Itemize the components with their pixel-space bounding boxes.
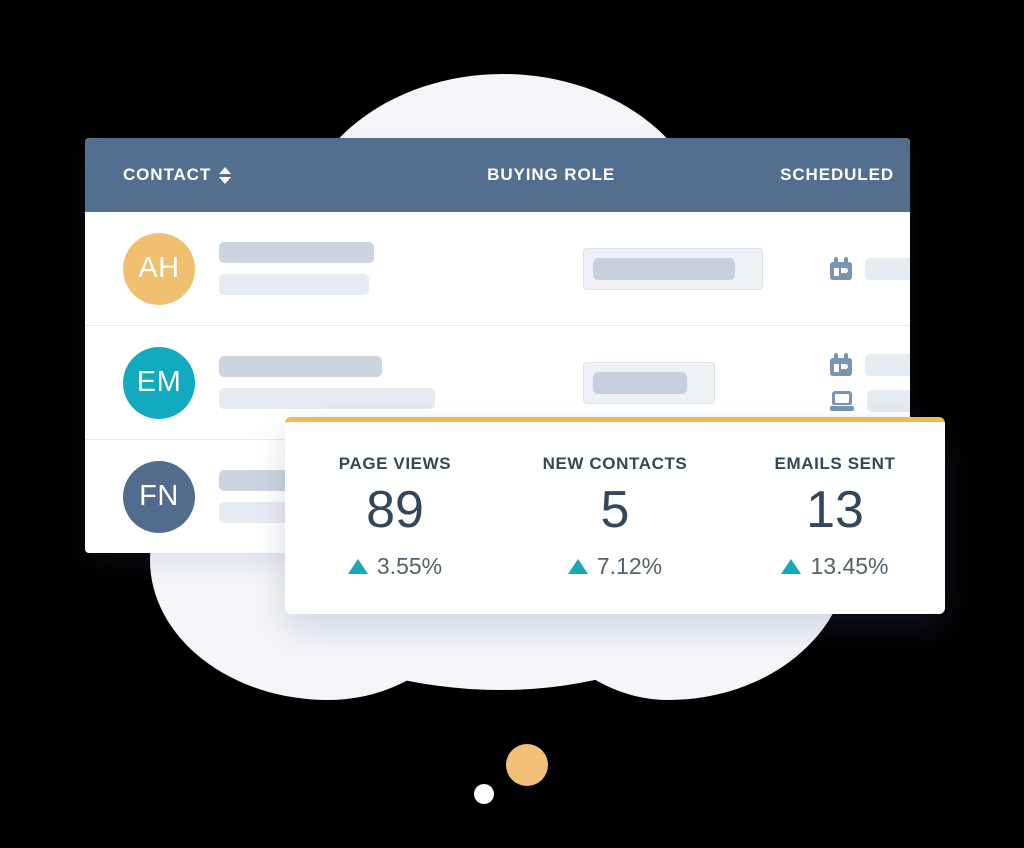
screenshot-canvas: CONTACT BUYING ROLE SCHEDULED AH EM FN PAG… — [0, 0, 1024, 848]
scheduled-cell — [830, 353, 910, 412]
column-header-buying-role[interactable]: BUYING ROLE — [487, 165, 615, 185]
trend-up-icon — [347, 559, 368, 574]
decorative-dot-amber — [506, 744, 548, 786]
stat-label: EMAILS SENT — [774, 454, 896, 473]
placeholder-bar — [867, 390, 910, 412]
column-header-contact-label: CONTACT — [123, 165, 212, 184]
placeholder-bar — [865, 257, 910, 280]
stat-value: 13 — [806, 481, 864, 539]
laptop-icon — [830, 390, 854, 412]
column-header-scheduled-label: SCHEDULED — [780, 165, 894, 184]
avatar: FN — [123, 460, 195, 533]
column-header-buying-role-label: BUYING ROLE — [487, 165, 616, 184]
stat-delta-value: 13.45% — [810, 553, 889, 579]
placeholder-bar — [593, 371, 687, 394]
scheduled-cell — [830, 257, 910, 280]
table-row[interactable]: AH — [85, 212, 910, 326]
placeholder-bar — [219, 388, 435, 409]
trend-up-icon — [567, 559, 588, 574]
stat-delta: 13.45% — [781, 553, 889, 580]
stat-block: PAGE VIEWS 89 3.55% — [285, 454, 505, 580]
stats-card: PAGE VIEWS 89 3.55% NEW CONTACTS 5 7.12% EMAIL… — [285, 417, 945, 614]
table-header-row: CONTACT BUYING ROLE SCHEDULED — [85, 138, 910, 212]
placeholder-bar — [219, 274, 369, 295]
column-header-scheduled[interactable]: SCHEDULED — [780, 165, 894, 185]
column-header-contact[interactable]: CONTACT — [123, 165, 232, 185]
calendar-icon — [830, 257, 852, 280]
calendar-icon — [830, 353, 852, 376]
scheduled-item[interactable] — [830, 390, 910, 412]
buying-role-select[interactable] — [583, 361, 715, 404]
buying-role-cell[interactable] — [583, 247, 763, 290]
stat-label: PAGE VIEWS — [338, 454, 452, 473]
stat-delta-value: 3.55% — [376, 553, 443, 579]
stat-delta: 7.12% — [567, 553, 663, 580]
contact-name-placeholder — [219, 242, 374, 295]
scheduled-item[interactable] — [830, 353, 910, 376]
stat-block: EMAILS SENT 13 13.45% — [725, 454, 945, 580]
stat-value: 89 — [366, 481, 424, 539]
stat-block: NEW CONTACTS 5 7.12% — [505, 454, 725, 580]
stat-delta-value: 7.12% — [596, 553, 663, 579]
scheduled-item[interactable] — [830, 257, 910, 280]
stat-value: 5 — [600, 481, 630, 539]
contact-name-placeholder — [219, 356, 435, 409]
placeholder-bar — [219, 356, 382, 377]
buying-role-select[interactable] — [583, 247, 763, 290]
placeholder-bar — [593, 257, 735, 280]
avatar: AH — [123, 232, 195, 305]
decorative-dot-white — [474, 784, 494, 804]
sort-icon[interactable] — [219, 167, 232, 184]
placeholder-bar — [219, 242, 374, 263]
buying-role-cell[interactable] — [583, 361, 715, 404]
stat-label: NEW CONTACTS — [542, 454, 688, 473]
avatar: EM — [123, 346, 195, 419]
trend-up-icon — [781, 559, 802, 574]
placeholder-bar — [865, 353, 910, 376]
stat-delta: 3.55% — [347, 553, 443, 580]
